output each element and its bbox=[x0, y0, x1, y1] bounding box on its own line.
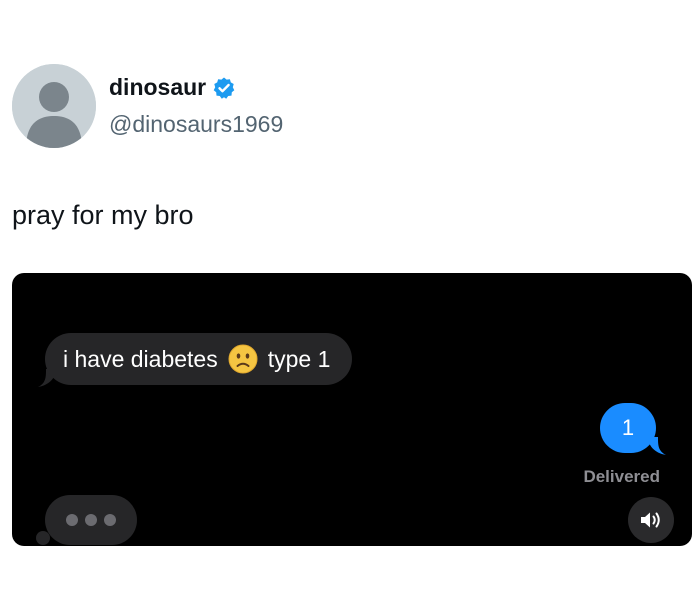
user-name-row: dinosaur bbox=[109, 74, 236, 101]
avatar[interactable] bbox=[12, 64, 96, 148]
typing-dot bbox=[66, 514, 78, 526]
delivered-status: Delivered bbox=[583, 467, 660, 486]
sent-message-bubble: 1 bbox=[600, 403, 656, 453]
sound-button[interactable] bbox=[628, 497, 674, 543]
typing-dot bbox=[85, 514, 97, 526]
received-message-text: i have diabetes bbox=[63, 345, 218, 372]
tweet-media-image[interactable]: i have diabetes type 1 1 Delivered bbox=[12, 273, 692, 546]
typing-dot bbox=[104, 514, 116, 526]
default-avatar-icon bbox=[12, 64, 96, 148]
display-name[interactable]: dinosaur bbox=[109, 74, 206, 101]
user-handle[interactable]: @dinosaurs1969 bbox=[109, 111, 283, 138]
slightly-frowning-face-icon bbox=[228, 344, 258, 374]
verified-badge-icon bbox=[212, 76, 236, 100]
received-message-bubble: i have diabetes type 1 bbox=[45, 333, 353, 385]
typing-indicator bbox=[45, 495, 137, 545]
received-message-text-2: type 1 bbox=[267, 345, 331, 372]
speaker-icon bbox=[641, 512, 660, 528]
tweet-text: pray for my bro bbox=[12, 200, 194, 230]
sent-message-text: 1 bbox=[621, 415, 635, 440]
